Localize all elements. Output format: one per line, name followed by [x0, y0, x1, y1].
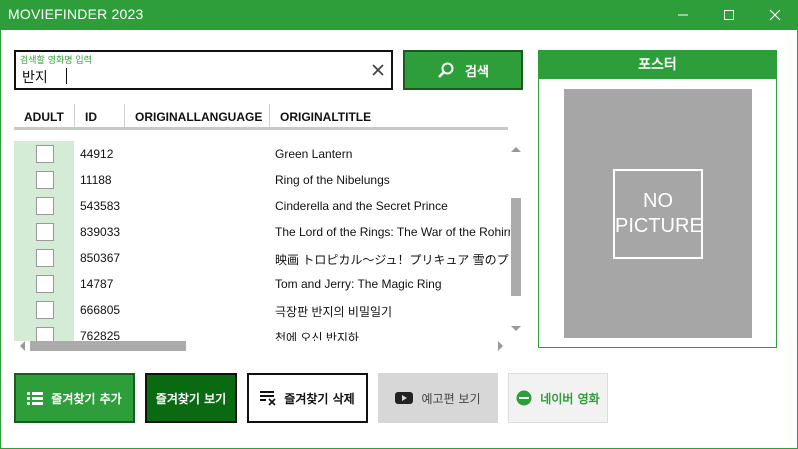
column-header-adult[interactable]: ADULT [24, 110, 64, 124]
title-bar: MOVIEFINDER 2023 [0, 0, 798, 30]
movie-id: 839033 [80, 225, 121, 239]
adult-checkbox[interactable] [36, 249, 54, 267]
horizontal-scroll-thumb[interactable] [30, 341, 186, 351]
view-trailer-button[interactable]: 예고편 보기 [378, 373, 498, 423]
no-picture-line1: NO [643, 190, 673, 212]
adult-cell [14, 271, 74, 297]
movie-title: The Lord of the Rings: The War of the Ro… [275, 225, 510, 239]
table-row[interactable]: 14787 Tom and Jerry: The Magic Ring [14, 271, 510, 297]
movie-id: 850367 [80, 251, 121, 265]
adult-checkbox[interactable] [36, 197, 54, 215]
adult-checkbox[interactable] [36, 327, 54, 341]
vertical-scrollbar[interactable] [510, 141, 522, 339]
scroll-left-arrow-icon[interactable] [18, 341, 26, 351]
movie-table-body: 44912 Green Lantern 11188 Ring of the Ni… [14, 141, 510, 341]
table-row[interactable]: 762825 천에 오신 반지하 [14, 323, 510, 341]
vertical-scroll-thumb[interactable] [511, 198, 521, 296]
close-button[interactable] [752, 0, 798, 30]
search-input[interactable]: 검색할 영화명 입력 반지 [14, 50, 393, 90]
movie-title: Cinderella and the Secret Prince [275, 199, 448, 213]
movie-id: 14787 [80, 277, 114, 291]
movie-title: 映画 トロピカル～ジュ！プリキュア 雪のプリンセスと奇跡の指輪！ [275, 253, 510, 267]
maximize-icon [724, 10, 734, 20]
movie-title: Ring of the Nibelungs [275, 173, 390, 187]
delete-favorite-label: 즐겨찾기 삭제 [284, 391, 355, 406]
table-row[interactable]: 543583 Cinderella and the Secret Prince [14, 193, 510, 219]
text-caret [66, 68, 67, 84]
window-title: MOVIEFINDER 2023 [8, 6, 144, 22]
table-header: ADULT ID ORIGINALLANGUAGE ORIGINALTITLE [14, 104, 508, 130]
search-button[interactable]: 검색 [403, 50, 523, 90]
adult-cell [14, 167, 74, 193]
close-icon [769, 9, 781, 21]
column-header-originallanguage[interactable]: ORIGINALLANGUAGE [135, 110, 262, 124]
adult-cell [14, 193, 74, 219]
table-row[interactable]: 666805 극장판 반지의 비밀일기 [14, 297, 510, 323]
adult-checkbox[interactable] [36, 275, 54, 293]
adult-checkbox[interactable] [36, 171, 54, 189]
scroll-up-arrow-icon[interactable] [510, 145, 522, 153]
search-button-label: 검색 [465, 64, 489, 80]
adult-checkbox[interactable] [36, 301, 54, 319]
table-row[interactable]: 850367 映画 トロピカル～ジュ！プリキュア 雪のプリンセスと奇跡の指輪！ [14, 245, 510, 271]
movie-id: 543583 [80, 199, 121, 213]
column-separator[interactable] [74, 104, 75, 127]
clear-icon[interactable] [370, 62, 386, 78]
no-picture-line2: PICTURE [615, 215, 703, 237]
movie-id: 666805 [80, 303, 121, 317]
movie-title: 극장판 반지의 비밀일기 [275, 305, 393, 319]
adult-cell [14, 323, 74, 341]
column-header-id[interactable]: ID [85, 110, 97, 124]
youtube-play-icon [395, 392, 414, 404]
horizontal-scrollbar[interactable] [14, 340, 508, 352]
add-favorite-label: 즐겨찾기 추가 [51, 391, 122, 406]
view-favorites-button[interactable]: 즐겨찾기 보기 [145, 373, 237, 423]
search-icon [438, 62, 454, 78]
list-delete-icon [260, 391, 276, 406]
poster-panel: 포스터 NO PICTURE [538, 50, 777, 348]
column-separator[interactable] [124, 104, 125, 127]
minimize-button[interactable] [660, 0, 706, 30]
naver-movie-button[interactable]: 네이버 영화 [508, 373, 608, 423]
adult-cell [14, 297, 74, 323]
poster-header: 포스터 [539, 51, 776, 79]
column-separator[interactable] [269, 104, 270, 127]
view-trailer-label: 예고편 보기 [421, 391, 481, 406]
naver-logo-icon [516, 390, 532, 406]
search-hint: 검색할 영화명 입력 [20, 56, 92, 66]
maximize-button[interactable] [706, 0, 752, 30]
adult-cell [14, 245, 74, 271]
search-value: 반지 [22, 70, 48, 86]
scroll-right-arrow-icon[interactable] [497, 341, 505, 351]
add-favorite-button[interactable]: 즐겨찾기 추가 [14, 373, 135, 423]
movie-id: 11188 [80, 173, 112, 187]
scroll-down-arrow-icon[interactable] [510, 325, 522, 333]
table-row[interactable]: 44912 Green Lantern [14, 141, 510, 167]
adult-cell [14, 141, 74, 167]
delete-favorite-button[interactable]: 즐겨찾기 삭제 [247, 373, 368, 423]
movie-id: 44912 [80, 147, 114, 161]
adult-cell [14, 219, 74, 245]
minimize-icon [678, 14, 688, 16]
list-icon [27, 392, 44, 405]
table-row[interactable]: 839033 The Lord of the Rings: The War of… [14, 219, 510, 245]
naver-movie-label: 네이버 영화 [540, 391, 600, 406]
adult-checkbox[interactable] [36, 145, 54, 163]
no-picture-placeholder: NO PICTURE [613, 169, 703, 259]
movie-title: Tom and Jerry: The Magic Ring [275, 277, 442, 291]
movie-title: Green Lantern [275, 147, 353, 161]
adult-checkbox[interactable] [36, 223, 54, 241]
column-header-originaltitle[interactable]: ORIGINALTITLE [280, 110, 371, 124]
table-row[interactable]: 11188 Ring of the Nibelungs [14, 167, 510, 193]
poster-image: NO PICTURE [564, 89, 752, 338]
view-favorites-label: 즐겨찾기 보기 [155, 391, 227, 406]
